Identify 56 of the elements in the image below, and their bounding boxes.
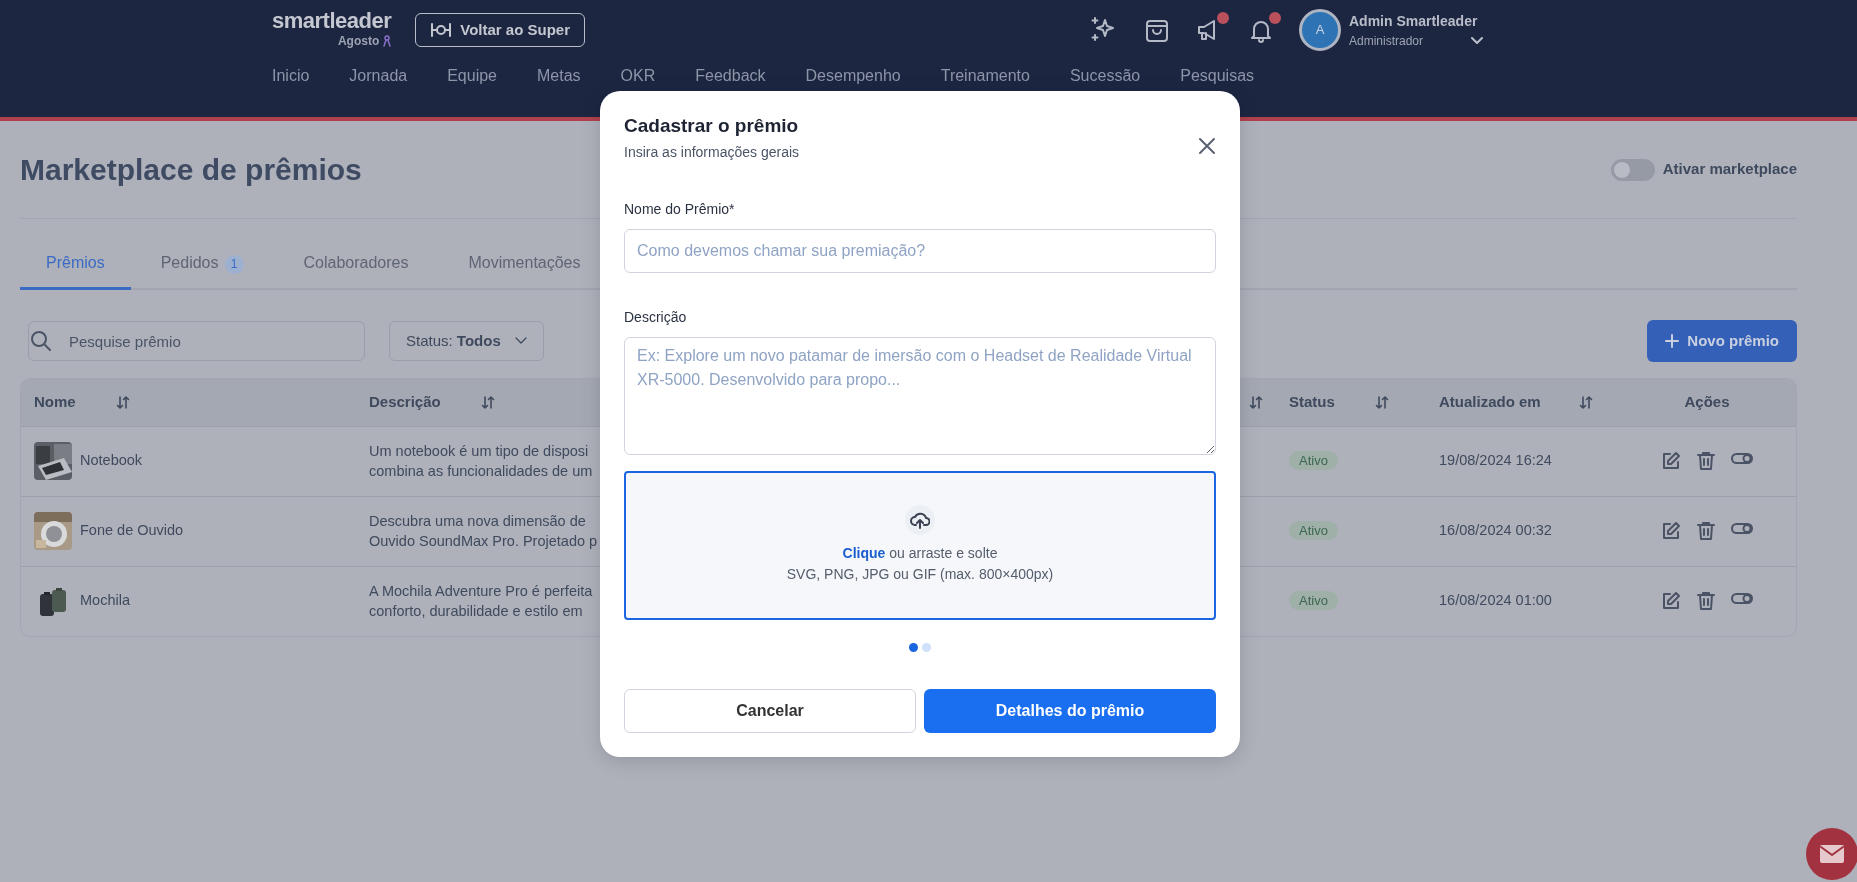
- nav-link[interactable]: Inicio: [272, 68, 310, 84]
- description-input[interactable]: Ex: Explore um novo patamar de imersão com o Headset de Realidade Virtual XR-5000. Desenvolvido para propo...: [624, 336, 1216, 455]
- nav-link[interactable]: Feedback: [695, 68, 766, 84]
- name-input[interactable]: Como devemos chamar sua premiação?: [624, 228, 1216, 273]
- nav-link[interactable]: Desempenho: [805, 68, 901, 84]
- description-text: conforto, durabilidade e estilo em: [369, 602, 583, 622]
- tab[interactable]: Colaboradores: [273, 241, 439, 290]
- status-badge: Ativo: [1289, 451, 1338, 471]
- count-badge: 1: [224, 255, 244, 274]
- back-button[interactable]: Voltar ao Super: [415, 12, 585, 48]
- column-header: Ações: [1684, 392, 1730, 412]
- cancel-button[interactable]: Cancelar: [624, 689, 916, 733]
- column-header: Descrição: [369, 392, 441, 412]
- nav-link[interactable]: Equipe: [447, 68, 497, 84]
- nav-link[interactable]: Jornada: [349, 68, 408, 84]
- column-header: Atualizado em: [1439, 392, 1541, 412]
- description-text: Ouvido SoundMax Pro. Projetado p: [369, 532, 598, 551]
- nav-link[interactable]: Treinamento: [940, 68, 1030, 84]
- avatar[interactable]: A: [1299, 9, 1341, 51]
- new-prize-button[interactable]: Novo prêmio: [1647, 320, 1797, 362]
- nav-link[interactable]: Sucessão: [1069, 68, 1141, 84]
- nav-link[interactable]: OKR: [620, 68, 656, 84]
- status-badge: Ativo: [1289, 591, 1338, 611]
- column-header: Status: [1289, 392, 1335, 412]
- date-text: 16/08/2024 00:32: [1439, 522, 1552, 539]
- status-dropdown[interactable]: Status: Todos: [389, 321, 544, 361]
- date-text: 19/08/2024 16:24: [1439, 452, 1552, 469]
- field-label: Descrição: [624, 307, 688, 327]
- tab[interactable]: Pedidos 1: [130, 241, 274, 290]
- click-link[interactable]: Clique: [842, 545, 886, 562]
- page-title: Marketplace de prêmios: [20, 151, 362, 188]
- nav-link[interactable]: Pesquisas: [1180, 68, 1255, 84]
- field-label: Nome do Prêmio*: [624, 199, 736, 219]
- logo-subtitle: Agosto: [337, 33, 380, 50]
- user-role: Administrador: [1349, 32, 1424, 50]
- description-text: combina as funcionalidades de um: [369, 462, 593, 481]
- upload-instruction: Clique ou arraste e solte: [842, 544, 998, 564]
- modal-subtitle: Insira as informações gerais: [624, 142, 800, 162]
- date-text: 16/08/2024 01:00: [1439, 592, 1552, 609]
- product-name: Notebook: [80, 451, 143, 471]
- description-text: Um notebook é um tipo de disposi: [369, 442, 589, 461]
- description-text: Descubra uma nova dimensão de: [369, 512, 586, 531]
- modal-title: Cadastrar o prêmio: [624, 115, 800, 138]
- product-name: Mochila: [80, 591, 130, 611]
- upload-dropzone[interactable]: Clique ou arraste e solte SVG, PNG, JPG ou GIF (max. 800×400px): [624, 470, 1216, 620]
- status-badge: Ativo: [1289, 521, 1338, 541]
- product-name: Fone de Ouvido: [80, 521, 184, 541]
- user-name: Admin Smartleader: [1349, 11, 1479, 31]
- column-header: Nome: [34, 392, 76, 412]
- toggle-label: Ativar marketplace: [1662, 159, 1797, 180]
- nav-link[interactable]: Metas: [537, 68, 581, 84]
- description-text: A Mochila Adventure Pro é perfeita: [369, 582, 593, 602]
- upload-hint: SVG, PNG, JPG ou GIF (max. 800×400px): [786, 565, 1054, 585]
- next-button[interactable]: Detalhes do prêmio: [924, 689, 1216, 733]
- logo: smartleader: [272, 10, 392, 32]
- tab[interactable]: Movimentações: [438, 241, 611, 290]
